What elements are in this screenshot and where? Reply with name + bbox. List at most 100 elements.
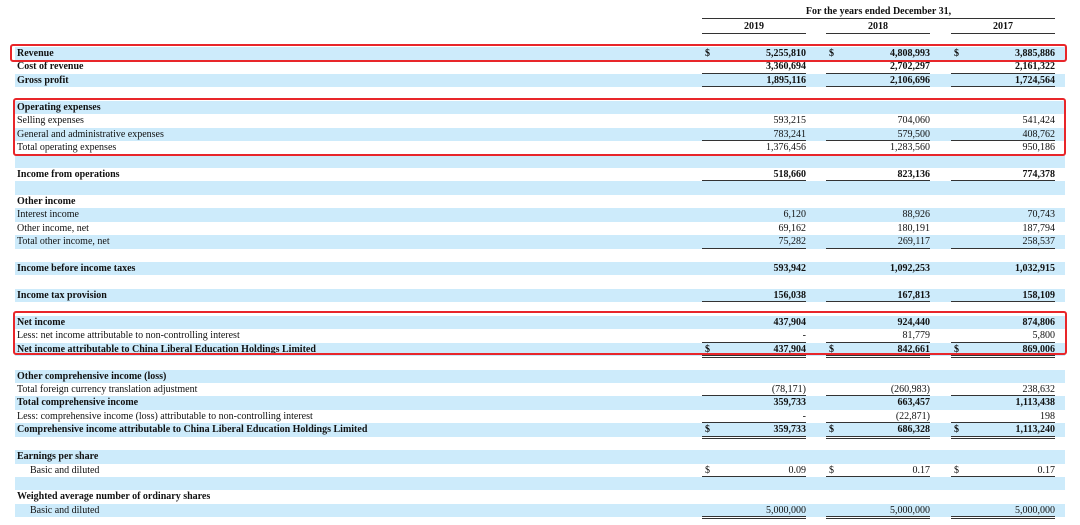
table-row: Income before income taxes 593,942 1,092,2… xyxy=(0,262,1080,276)
value-cell-2017: 70,743 xyxy=(951,208,1056,221)
value: 359,733 xyxy=(773,424,807,436)
highlight-net-income xyxy=(13,311,1067,355)
value: 774,378 xyxy=(1022,168,1056,180)
row-label: Comprehensive income attributable to Chi… xyxy=(17,424,368,436)
table-row: Other income, net 69,162 180,191 187,794 xyxy=(0,222,1080,235)
value: 1,113,240 xyxy=(1015,424,1055,436)
table-row: Total comprehensive income 359,733 663,457… xyxy=(0,396,1080,410)
value-cell-2018: 2,106,696 xyxy=(826,74,930,88)
value: 2,702,297 xyxy=(890,61,930,73)
row-label: Basic and diluted xyxy=(30,504,100,516)
value-cell-2019: (78,171) xyxy=(702,383,806,397)
value: 5,000,000 xyxy=(890,504,930,516)
value-cell-2017: $0.17 xyxy=(951,464,1055,478)
value-cell-2019: 518,660 xyxy=(702,168,806,182)
row-label: Income from operations xyxy=(17,168,120,180)
table-row: Earnings per share xyxy=(0,450,1080,464)
table-row: Weighted average number of ordinary shar… xyxy=(0,490,1080,503)
value: 593,942 xyxy=(773,263,807,274)
row-shading xyxy=(15,369,1065,383)
value: 518,660 xyxy=(773,168,807,180)
currency-symbol: $ xyxy=(705,464,710,476)
highlight-revenue xyxy=(10,44,1067,62)
value: 5,000,000 xyxy=(766,504,806,516)
value-cell-2019: - xyxy=(702,410,806,424)
value: 6,120 xyxy=(783,209,807,221)
table-row: Other income xyxy=(0,195,1080,208)
row-label: Gross profit xyxy=(17,74,69,86)
value-cell-2017: 2,161,322 xyxy=(951,60,1055,74)
value-cell-2019: 75,282 xyxy=(702,235,806,249)
row-label: Income tax provision xyxy=(17,289,107,301)
row-label: Income before income taxes xyxy=(17,263,136,274)
value: 359,733 xyxy=(773,397,807,409)
currency-symbol: $ xyxy=(829,424,834,436)
table-row: Basic and diluted $0.09 $0.17 $0.17 xyxy=(0,464,1080,478)
row-label: Total other income, net xyxy=(17,236,110,248)
value-cell-2018: 5,000,000 xyxy=(826,504,930,520)
value: 88,926 xyxy=(902,209,931,221)
value-cell-2017: 1,113,438 xyxy=(951,396,1055,409)
row-label: Other income xyxy=(17,195,76,207)
column-group-header: For the years ended December 31, xyxy=(702,6,1055,19)
value-cell-2018: (22,871) xyxy=(826,410,930,424)
highlight-operating-expenses xyxy=(13,98,1066,156)
blank-row xyxy=(0,275,1080,288)
table-row: Total foreign currency translation adjus… xyxy=(0,383,1080,397)
row-shading xyxy=(15,154,1065,168)
value-cell-2018: $0.17 xyxy=(826,464,930,478)
value: 269,117 xyxy=(897,236,930,248)
row-label: Total comprehensive income xyxy=(17,397,139,409)
value: 1,895,116 xyxy=(766,74,806,86)
value: 258,537 xyxy=(1022,236,1056,248)
value-cell-2018: 167,813 xyxy=(826,289,930,303)
value: 0.09 xyxy=(788,464,807,476)
value: 75,282 xyxy=(778,236,807,248)
row-label: Interest income xyxy=(17,209,79,221)
value-cell-2017: 158,109 xyxy=(951,289,1055,303)
row-shading xyxy=(15,477,1065,491)
value-cell-2018: 1,092,253 xyxy=(826,262,930,275)
value-cell-2019: 593,942 xyxy=(702,262,807,275)
currency-symbol: $ xyxy=(954,424,959,436)
value: 69,162 xyxy=(778,222,807,234)
value-cell-2018: 180,191 xyxy=(826,222,931,235)
value-cell-2019: 1,895,116 xyxy=(702,74,806,88)
value-cell-2018: 2,702,297 xyxy=(826,60,930,74)
table-row: Income tax provision 156,038 167,813 158,10… xyxy=(0,288,1080,303)
value-cell-2017: 1,032,915 xyxy=(951,262,1055,275)
value-cell-2018: 663,457 xyxy=(826,396,931,409)
currency-symbol: $ xyxy=(829,464,834,476)
value: 238,632 xyxy=(1022,383,1056,395)
year-header-2018: 2018 xyxy=(826,21,930,34)
value: 663,457 xyxy=(897,397,931,409)
value-cell-2018: (260,983) xyxy=(826,383,930,397)
row-label: Earnings per share xyxy=(17,451,99,463)
blank-row xyxy=(0,181,1080,195)
row-label: Other comprehensive income (loss) xyxy=(17,370,167,382)
blank-row xyxy=(0,477,1080,491)
table-row: Less: comprehensive income (loss) attrib… xyxy=(0,410,1080,424)
table-row: Other comprehensive income (loss) xyxy=(0,369,1080,383)
row-shading xyxy=(15,450,1065,464)
value-cell-2017: 5,000,000 xyxy=(951,504,1055,520)
value: 823,136 xyxy=(897,168,931,180)
table-row: Comprehensive income attributable to Chi… xyxy=(0,423,1080,439)
table-row: Basic and diluted 5,000,000 5,000,000 5,000… xyxy=(0,503,1080,520)
value-cell-2017: 1,724,564 xyxy=(951,74,1055,88)
value: 198 xyxy=(1040,410,1055,422)
row-label: Basic and diluted xyxy=(30,464,100,476)
table-row: Income from operations 518,660 823,136 774,… xyxy=(0,168,1080,182)
row-shading xyxy=(15,181,1065,195)
value: 686,328 xyxy=(897,424,931,436)
table-row: Total other income, net 75,282 269,117 258,… xyxy=(0,235,1080,249)
value: 5,000,000 xyxy=(1015,504,1055,516)
table-row: Gross profit 1,895,116 2,106,696 1,724,564 xyxy=(0,73,1080,88)
value-cell-2017: 774,378 xyxy=(951,168,1055,182)
currency-symbol: $ xyxy=(705,424,710,436)
value-cell-2018: 823,136 xyxy=(826,168,930,182)
value-cell-2019: 5,000,000 xyxy=(702,504,806,520)
row-label: Cost of revenue xyxy=(17,61,84,73)
value-cell-2017: 258,537 xyxy=(951,235,1055,249)
value: 1,113,438 xyxy=(1015,397,1055,409)
